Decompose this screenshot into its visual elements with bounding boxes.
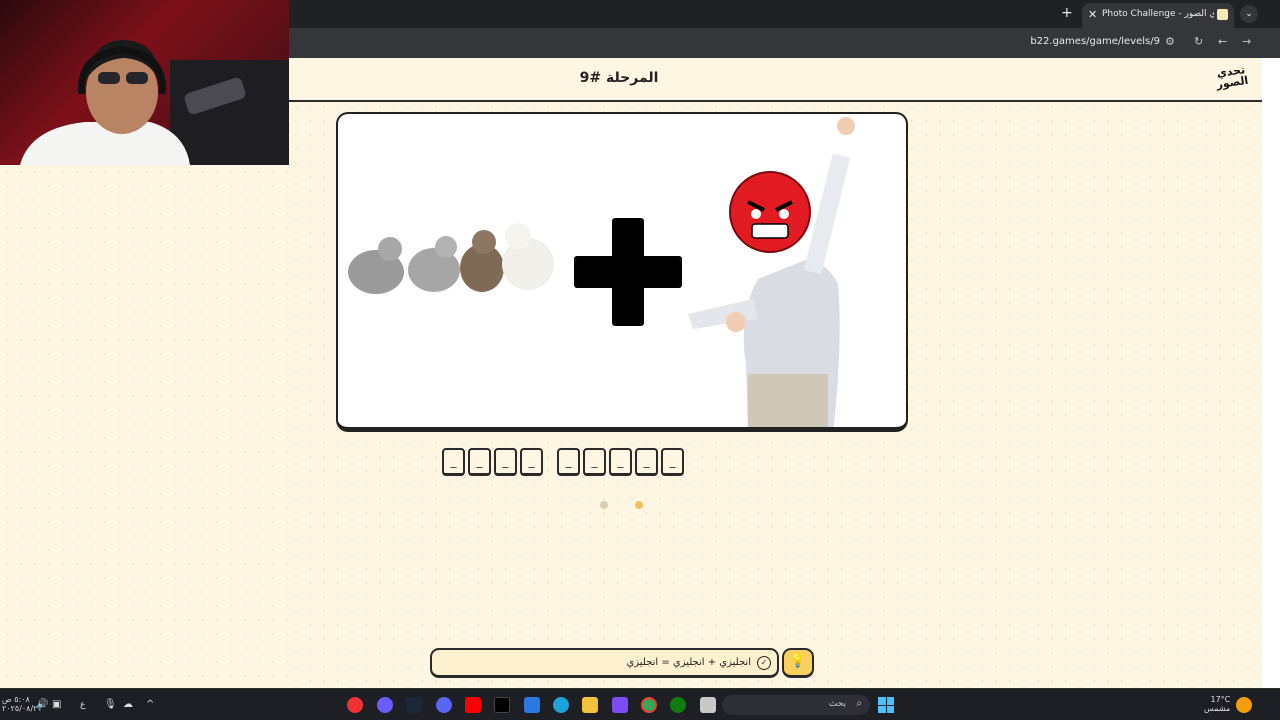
page-scrollbar[interactable] bbox=[1262, 58, 1280, 688]
streamer-image bbox=[20, 40, 289, 165]
weather-widget[interactable]: 17°C مشمس bbox=[1204, 695, 1230, 713]
level-title: المرحلة #9 bbox=[579, 70, 659, 86]
windows-taskbar: ٥:٠٨ ص ٢٠٢٥/٠٨/٢١ 🔊 ▣ ع 🎙 ☁ ^ بحث ⌕ 17°C… bbox=[0, 688, 1280, 720]
puzzle-image bbox=[336, 112, 908, 432]
hint-lightbulb-button[interactable]: 💡 bbox=[782, 648, 814, 678]
tray-chevron-icon[interactable]: ^ bbox=[146, 700, 154, 710]
notepad-icon[interactable] bbox=[700, 697, 716, 713]
new-tab-button[interactable]: + bbox=[1061, 5, 1073, 21]
address-bar[interactable]: b22.games/game/levels/9 bbox=[1000, 36, 1160, 47]
network-icon[interactable]: ▣ bbox=[52, 700, 61, 710]
search-icon: ⌕ bbox=[856, 698, 862, 709]
letter-slot[interactable]: _ bbox=[494, 448, 517, 476]
letter-slot[interactable]: _ bbox=[520, 448, 543, 476]
chrome-icon[interactable] bbox=[641, 697, 657, 713]
steam-icon[interactable] bbox=[406, 697, 422, 713]
answer-word-1: _ _ _ _ bbox=[442, 448, 543, 476]
progress-dot-active bbox=[635, 501, 643, 509]
onedrive-icon[interactable]: ☁ bbox=[123, 700, 133, 710]
back-icon[interactable]: ← bbox=[1218, 35, 1227, 48]
game-page: المرحلة #9 تحدي الصور _ _ _ _ _ _ _ _ _ … bbox=[289, 58, 1262, 688]
webcam-overlay bbox=[0, 0, 289, 165]
letter-slot[interactable]: _ bbox=[635, 448, 658, 476]
language-indicator[interactable]: ع bbox=[80, 701, 85, 710]
file-explorer-icon[interactable] bbox=[582, 697, 598, 713]
microphone-icon[interactable]: 🎙 bbox=[104, 700, 117, 710]
taskbar-search[interactable]: بحث ⌕ bbox=[722, 695, 870, 715]
hint-bar[interactable]: انجليزي + انجليزي = انجليزي ✓ bbox=[430, 648, 779, 678]
windows-start-icon[interactable] bbox=[878, 697, 894, 713]
site-settings-icon[interactable]: ⚙ bbox=[1165, 35, 1175, 48]
page-header: المرحلة #9 تحدي الصور bbox=[289, 58, 1262, 102]
search-app-icon[interactable] bbox=[377, 697, 393, 713]
hint-text: انجليزي + انجليزي = انجليزي bbox=[626, 657, 751, 668]
progress-dot-inactive bbox=[600, 501, 608, 509]
weather-temp: 17°C bbox=[1210, 695, 1231, 704]
forward-icon[interactable]: → bbox=[1242, 35, 1251, 48]
xbox-icon[interactable] bbox=[670, 697, 686, 713]
tab-favicon-icon bbox=[1217, 9, 1228, 20]
discord-icon[interactable] bbox=[436, 697, 452, 713]
copilot-icon[interactable] bbox=[612, 697, 628, 713]
youtube-icon[interactable] bbox=[465, 697, 481, 713]
letter-slot[interactable]: _ bbox=[442, 448, 465, 476]
active-tab[interactable]: ✕ Photo Challenge - تحدي الصور bbox=[1082, 3, 1234, 28]
site-logo[interactable]: تحدي الصور bbox=[1212, 63, 1252, 97]
letter-slot[interactable]: _ bbox=[557, 448, 580, 476]
search-label: بحث bbox=[828, 699, 846, 709]
angry-boy-image bbox=[688, 117, 855, 427]
reload-icon[interactable]: ↻ bbox=[1194, 35, 1203, 48]
answer-word-2: _ _ _ _ _ bbox=[557, 448, 684, 476]
edge-icon[interactable] bbox=[553, 697, 569, 713]
letter-slot[interactable]: _ bbox=[661, 448, 684, 476]
page-background-left bbox=[0, 165, 289, 688]
tab-title: Photo Challenge - تحدي الصور bbox=[1102, 9, 1214, 19]
tab-search-chevron-icon[interactable]: ⌄ bbox=[1240, 5, 1258, 23]
check-icon: ✓ bbox=[757, 656, 771, 670]
weather-desc: مشمس bbox=[1204, 704, 1231, 713]
weather-sun-icon bbox=[1236, 697, 1252, 713]
tab-close-icon[interactable]: ✕ bbox=[1088, 8, 1097, 21]
letter-slot[interactable]: _ bbox=[609, 448, 632, 476]
tiktok-icon[interactable] bbox=[494, 697, 510, 713]
letter-slot[interactable]: _ bbox=[468, 448, 491, 476]
store-icon[interactable] bbox=[524, 697, 540, 713]
app-icon[interactable] bbox=[347, 697, 363, 713]
letter-slot[interactable]: _ bbox=[583, 448, 606, 476]
volume-icon[interactable]: 🔊 bbox=[36, 700, 48, 710]
